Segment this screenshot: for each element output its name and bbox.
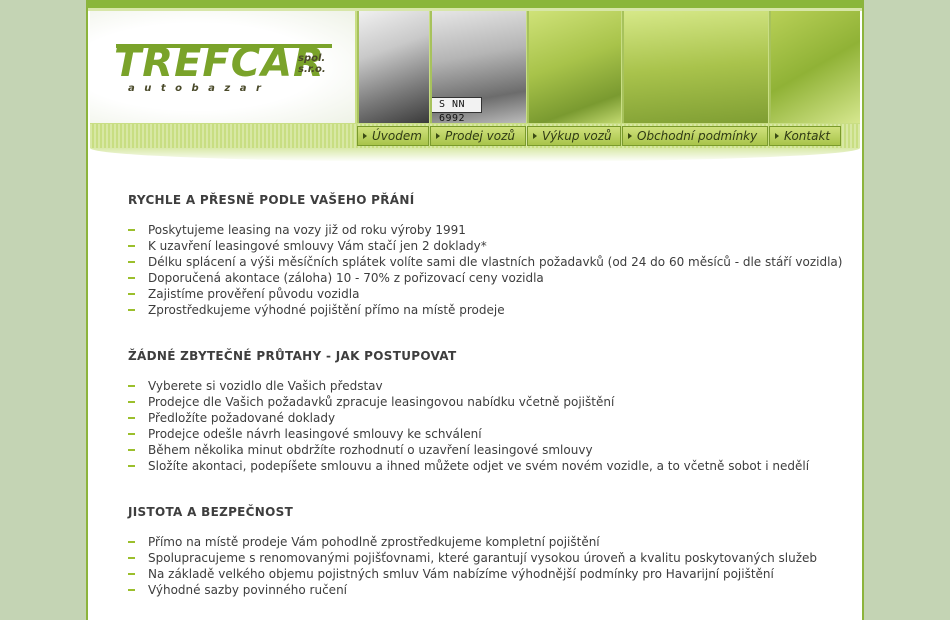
top-accent-bar (88, 0, 862, 8)
logo[interactable]: TREFCAR spol. s.r.o. autobazar (114, 43, 334, 103)
list-item: Spolupracujeme s renomovanými pojišťovna… (128, 550, 817, 566)
list-item: Složíte akontaci, podepíšete smlouvu a i… (128, 458, 809, 474)
list-item: Vyberete si vozidlo dle Vašich představ (128, 378, 809, 394)
dash-bullet-icon (128, 229, 135, 231)
section-title: RYCHLE A PŘESNĚ PODLE VAŠEHO PŘÁNÍ (128, 193, 415, 207)
arrow-right-icon (775, 133, 779, 139)
section-title: ŽÁDNÉ ZBYTEČNÉ PRŮTAHY - JAK POSTUPOVAT (128, 349, 457, 363)
logo-tagline: autobazar (128, 83, 271, 94)
list-item: Přímo na místě prodeje Vám pohodlně zpro… (128, 534, 817, 550)
dash-bullet-icon (128, 433, 135, 435)
list-item: Doporučená akontace (záloha) 10 - 70% z … (128, 270, 842, 286)
list-item-text: Poskytujeme leasing na vozy již od roku … (148, 223, 466, 237)
dash-bullet-icon (128, 589, 135, 591)
arrow-right-icon (363, 133, 367, 139)
list-item: Zprostředkujeme výhodné pojištění přímo … (128, 302, 842, 318)
list-item-text: Spolupracujeme s renomovanými pojišťovna… (148, 551, 818, 565)
list-item: Poskytujeme leasing na vozy již od roku … (128, 222, 842, 238)
list-item-text: Na základě velkého objemu pojistných sml… (148, 567, 774, 581)
license-plate: S NN 6992 (432, 97, 482, 123)
nav-item-label: Výkup vozů (542, 129, 612, 143)
list-item: Během několika minut obdržíte rozhodnutí… (128, 442, 809, 458)
car-photo-tile (357, 11, 429, 123)
list-item-text: Složíte akontaci, podepíšete smlouvu a i… (148, 459, 810, 473)
car-photo-tile: S NN 6992 (430, 11, 526, 123)
list-item-text: Výhodné sazby povinného ručení (148, 583, 348, 597)
list-item: K uzavření leasingové smlouvy Vám stačí … (128, 238, 842, 254)
list-item: Výhodné sazby povinného ručení (128, 582, 817, 598)
car-photo-tile (622, 11, 768, 123)
nav-item-label: Prodej vozů (445, 129, 516, 143)
list-item-text: Vyberete si vozidlo dle Vašich představ (148, 379, 383, 393)
section-list: Vyberete si vozidlo dle Vašich představ … (128, 378, 809, 474)
list-item-text: Zprostředkujeme výhodné pojištění přímo … (148, 303, 505, 317)
list-item-text: Délku splácení a výši měsíčních splátek … (148, 255, 843, 269)
list-item: Délku splácení a výši měsíčních splátek … (128, 254, 842, 270)
nav-item-vykup-vozu[interactable]: Výkup vozů (527, 126, 621, 146)
nav-item-kontakt[interactable]: Kontakt (769, 126, 841, 146)
dash-bullet-icon (128, 417, 135, 419)
logo-legal-form-line1: spol. (298, 53, 326, 64)
nav-item-label: Úvodem (372, 129, 422, 143)
header-banner: TREFCAR spol. s.r.o. autobazar S NN 6992 (90, 11, 860, 124)
list-item: Prodejce odešle návrh leasingové smlouvy… (128, 426, 809, 442)
dash-bullet-icon (128, 465, 135, 467)
arrow-right-icon (628, 133, 632, 139)
logo-legal-form-line2: s.r.o. (298, 64, 326, 75)
dash-bullet-icon (128, 277, 135, 279)
list-item-text: K uzavření leasingové smlouvy Vám stačí … (148, 239, 487, 253)
nav-item-uvodem[interactable]: Úvodem (357, 126, 429, 146)
nav-strip: Úvodem Prodej vozů Výkup vozů Obchodní p… (90, 124, 860, 148)
list-item-text: Prodejce dle Vašich požadavků zpracuje l… (148, 395, 615, 409)
car-photo-tile (769, 11, 860, 123)
list-item-text: Doporučená akontace (záloha) 10 - 70% z … (148, 271, 544, 285)
list-item: Prodejce dle Vašich požadavků zpracuje l… (128, 394, 809, 410)
list-item-text: Během několika minut obdržíte rozhodnutí… (148, 443, 593, 457)
dash-bullet-icon (128, 541, 135, 543)
list-item: Předložíte požadované doklady (128, 410, 809, 426)
logo-legal-form: spol. s.r.o. (298, 53, 326, 75)
nav-item-label: Obchodní podmínky (637, 129, 758, 143)
section-list: Poskytujeme leasing na vozy již od roku … (128, 222, 842, 318)
list-item-text: Předložíte požadované doklady (148, 411, 336, 425)
car-photo-tile (527, 11, 621, 123)
arrow-right-icon (533, 133, 537, 139)
dash-bullet-icon (128, 261, 135, 263)
arrow-right-icon (436, 133, 440, 139)
list-item: Zajistíme prověření původu vozidla (128, 286, 842, 302)
logo-name: TREFCAR (114, 40, 325, 86)
dash-bullet-icon (128, 449, 135, 451)
list-item: Na základě velkého objemu pojistných sml… (128, 566, 817, 582)
dash-bullet-icon (128, 245, 135, 247)
dash-bullet-icon (128, 573, 135, 575)
dash-bullet-icon (128, 385, 135, 387)
section-list: Přímo na místě prodeje Vám pohodlně zpro… (128, 534, 817, 598)
dash-bullet-icon (128, 309, 135, 311)
dash-bullet-icon (128, 401, 135, 403)
header-wave-divider (90, 148, 860, 162)
list-item-text: Prodejce odešle návrh leasingové smlouvy… (148, 427, 482, 441)
list-item-text: Zajistíme prověření původu vozidla (148, 287, 360, 301)
logo-area[interactable]: TREFCAR spol. s.r.o. autobazar (90, 11, 355, 123)
page-container: TREFCAR spol. s.r.o. autobazar S NN 6992… (86, 0, 864, 620)
nav-item-obchodni-podminky[interactable]: Obchodní podmínky (622, 126, 768, 146)
nav-item-prodej-vozu[interactable]: Prodej vozů (430, 126, 526, 146)
nav-item-label: Kontakt (784, 129, 831, 143)
dash-bullet-icon (128, 293, 135, 295)
section-title: JISTOTA A BEZPEČNOST (128, 505, 294, 519)
list-item-text: Přímo na místě prodeje Vám pohodlně zpro… (148, 535, 600, 549)
dash-bullet-icon (128, 557, 135, 559)
